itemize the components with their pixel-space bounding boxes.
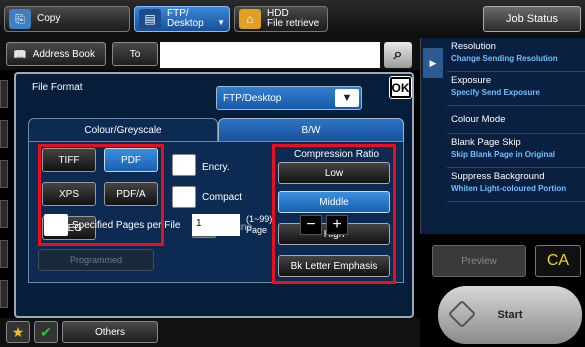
right-item-sub: Skip Blank Page in Original: [451, 150, 556, 159]
tab-bw[interactable]: B/W: [218, 118, 404, 142]
start-button[interactable]: Start: [438, 286, 582, 344]
copy-mode-tab[interactable]: ⎘ Copy: [4, 6, 130, 32]
ftp-dropdown-icon: ▼: [217, 18, 225, 27]
format-pdf-button[interactable]: PDF: [104, 148, 158, 172]
ok-button[interactable]: OK: [389, 76, 412, 99]
pages-per-file-input[interactable]: 1: [192, 214, 240, 236]
checkmark-icon[interactable]: ✔: [34, 321, 58, 343]
book-icon: 📖: [13, 48, 27, 61]
encry-label: Encry.: [202, 162, 230, 173]
encry-checkbox[interactable]: [172, 154, 196, 176]
copy-icon: ⎘: [9, 9, 31, 29]
format-pdfa-button[interactable]: PDF/A: [104, 182, 158, 206]
compression-bk-letter-emphasis-button[interactable]: Bk Letter Emphasis: [278, 255, 390, 277]
plus-button[interactable]: +: [326, 215, 348, 235]
bottom-bar: ★ ✔ Others: [0, 318, 420, 347]
right-item-sub: Whiten Light-coloured Portion: [451, 184, 567, 193]
file-format-dialog: File Format OK FTP/Desktop ▼ Colour/Grey…: [14, 72, 414, 318]
hdd-file-retrieve-tab[interactable]: ⌂ HDD File retrieve: [234, 6, 328, 32]
right-item-title: Exposure: [451, 75, 492, 86]
right-item-exposure[interactable]: Exposure Specify Send Exposure: [447, 72, 585, 106]
right-item-sub: Specify Send Exposure: [451, 88, 540, 97]
search-icon[interactable]: ⌕: [384, 42, 412, 68]
programmed-button[interactable]: Programmed: [38, 249, 154, 271]
clear-all-button[interactable]: CA: [535, 245, 581, 277]
to-address-field[interactable]: [160, 42, 380, 68]
panel-collapse-icon[interactable]: ▶: [423, 48, 443, 78]
specified-pages-checkbox[interactable]: [44, 214, 68, 236]
destination-select-value: FTP/Desktop: [223, 92, 282, 104]
job-status-button[interactable]: Job Status: [483, 6, 581, 32]
right-item-title: Suppress Background: [451, 171, 545, 182]
hdd-label-line2: File retrieve: [267, 18, 320, 29]
pages-range-line2: Page: [246, 225, 268, 235]
compression-low-button[interactable]: Low: [278, 162, 390, 184]
compact-label: Compact: [202, 192, 243, 203]
specified-pages-label: Specified Pages per File: [72, 220, 181, 231]
ftp-desktop-mode-tab[interactable]: ▤ FTP/ Desktop ▼: [134, 6, 230, 32]
address-book-label: Address Book: [32, 48, 95, 60]
star-icon[interactable]: ★: [6, 321, 30, 343]
top-bar: ⎘ Copy ▤ FTP/ Desktop ▼ ⌂ HDD File retri…: [0, 0, 585, 38]
right-item-blank-page-skip[interactable]: Blank Page Skip Skip Blank Page in Origi…: [447, 134, 585, 168]
others-button[interactable]: Others: [62, 321, 158, 343]
address-book-button[interactable]: 📖 Address Book: [6, 42, 106, 66]
left-strip: [0, 200, 8, 228]
copy-mode-label: Copy: [37, 13, 61, 24]
right-item-title: Blank Page Skip: [451, 137, 521, 148]
address-row: 📖 Address Book To ⌕: [0, 38, 420, 70]
preview-button[interactable]: Preview: [432, 245, 526, 277]
start-label: Start: [497, 309, 523, 321]
right-item-sub: Change Sending Resolution: [451, 54, 558, 63]
chevron-down-icon[interactable]: ▼: [335, 89, 359, 107]
ftp-icon: ▤: [139, 9, 161, 29]
ftp-label-line2: Desktop: [167, 18, 204, 29]
right-settings-panel: ▶ Resolution Change Sending Resolution E…: [420, 38, 585, 234]
format-xps-button[interactable]: XPS: [42, 182, 96, 206]
minus-button[interactable]: −: [300, 215, 322, 235]
dialog-title: File Format: [32, 82, 83, 93]
right-item-suppress-background[interactable]: Suppress Background Whiten Light-coloure…: [447, 168, 585, 202]
pages-range-line1: (1~99): [246, 214, 273, 224]
compression-middle-button[interactable]: Middle: [278, 191, 390, 213]
format-tiff-button[interactable]: TIFF: [42, 148, 96, 172]
left-strip: [0, 240, 8, 268]
compression-title: Compression Ratio: [294, 149, 380, 160]
right-item-title: Resolution: [451, 41, 496, 52]
hdd-icon: ⌂: [239, 9, 261, 29]
right-item-title: Colour Mode: [451, 114, 506, 125]
right-item-colour-mode[interactable]: Colour Mode: [447, 106, 585, 134]
left-strip: [0, 80, 8, 108]
pages-range-label: (1~99) Page: [246, 214, 272, 236]
start-icon: [447, 299, 477, 329]
left-strip: [0, 120, 8, 148]
left-strip: [0, 280, 8, 308]
left-strip: [0, 160, 8, 188]
destination-select[interactable]: FTP/Desktop ▼: [216, 86, 362, 110]
right-item-resolution[interactable]: Resolution Change Sending Resolution: [447, 38, 585, 72]
to-button[interactable]: To: [112, 42, 158, 66]
compact-checkbox[interactable]: [172, 186, 196, 208]
tab-colour-greyscale[interactable]: Colour/Greyscale: [28, 118, 218, 142]
